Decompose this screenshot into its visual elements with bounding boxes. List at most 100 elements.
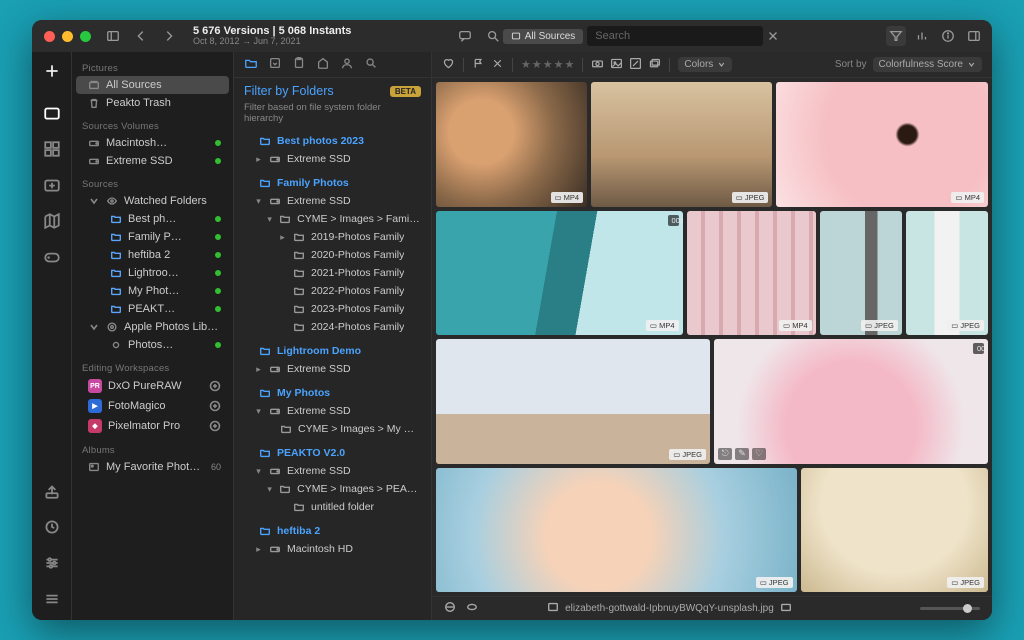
minimize-window-icon[interactable] [62,31,73,42]
rail-menu-icon[interactable] [41,588,63,610]
thumbnail[interactable]: 00:00:14⎋✎♡ [714,339,988,464]
search-scope-pill[interactable]: All Sources [503,29,584,44]
thumb-action-icons[interactable]: ⎋✎♡ [718,448,766,460]
add-icon[interactable] [41,60,63,82]
folder-tree-item[interactable]: 2020-Photos Family [240,246,425,264]
camera-icon[interactable] [591,57,604,73]
folder-tree-item[interactable]: heftiba 2 [240,522,425,540]
sidebar-item[interactable]: Watched Folders [76,192,229,210]
folder-tree-item[interactable]: ▾Extreme SSD [240,402,425,420]
folder-tree-item[interactable]: 2021-Photos Family [240,264,425,282]
chevron-icon[interactable] [88,195,100,207]
filter-funnel-icon[interactable] [886,26,906,46]
folder-tree-item[interactable]: 2024-Photos Family [240,318,425,336]
status-view1-icon[interactable] [444,601,456,616]
panel-right-icon[interactable] [964,26,984,46]
close-window-icon[interactable] [44,31,55,42]
sidebar-item[interactable]: Family P… [76,228,229,246]
sidebar-item[interactable]: heftiba 2 [76,246,229,264]
folder-tree-item[interactable]: ▾CYME > Images > Family Photos [240,210,425,228]
rail-share-icon[interactable] [41,480,63,502]
folder-tree-item[interactable]: Family Photos [240,174,425,192]
folder-tree-item[interactable]: PEAKTO V2.0 [240,444,425,462]
thumbnail[interactable]: ▭ JPEG [801,468,988,593]
rail-browse-icon[interactable] [41,102,63,124]
folder-tree-item[interactable]: 2022-Photos Family [240,282,425,300]
folder-tree-item[interactable]: 2023-Photos Family [240,300,425,318]
sidebar-item[interactable]: PEAKT… [76,300,229,318]
folder-tree-item[interactable]: ▾CYME > Images > PEAKTO V2.0 [240,480,425,498]
folder-tree-item[interactable]: untitled folder [240,498,425,516]
fp-folder-icon[interactable] [244,56,258,73]
search-input[interactable] [587,26,762,46]
search-icon[interactable] [483,26,503,46]
thumbnail[interactable]: ▭ JPEG [436,339,710,464]
chevron-icon[interactable]: ▸ [254,544,263,555]
folder-tree-item[interactable]: ▾Extreme SSD [240,462,425,480]
fp-import-icon[interactable] [268,56,282,73]
sidebar-item[interactable]: My Favorite Phot…60 [76,458,229,476]
thumbnail[interactable]: ▭ JPEG [436,468,797,593]
chevron-icon[interactable]: ▸ [254,364,263,375]
reject-flag-icon[interactable] [491,57,504,73]
back-icon[interactable] [131,26,151,46]
sidebar-item[interactable]: Photos… [76,336,229,354]
colors-dropdown[interactable]: Colors [678,57,732,72]
rail-add-folder-icon[interactable] [41,174,63,196]
thumbnail[interactable]: ▭ JPEG [906,211,988,336]
rating-stars[interactable]: ★★★★★ [521,58,574,71]
chevron-icon[interactable] [88,321,100,333]
sidebar-item[interactable]: ◆Pixelmator Pro [76,416,229,436]
folder-tree-item[interactable]: My Photos [240,384,425,402]
stats-icon[interactable] [912,26,932,46]
sidebar-item[interactable]: All Sources [76,76,229,94]
sidebar-item[interactable]: Extreme SSD [76,152,229,170]
add-workspace-icon[interactable] [209,420,221,432]
image-icon[interactable] [610,57,623,73]
folder-tree-item[interactable]: Best photos 2023 [240,132,425,150]
chevron-icon[interactable]: ▾ [266,214,273,225]
stack-icon[interactable] [648,57,661,73]
thumbnail[interactable]: ▭ JPEG [591,82,772,207]
chevron-icon[interactable]: ▸ [278,232,287,243]
thumbnail[interactable]: ▭ JPEG [820,211,902,336]
info-icon[interactable] [938,26,958,46]
add-workspace-icon[interactable] [209,380,221,392]
fp-person-icon[interactable] [340,56,354,73]
forward-icon[interactable] [159,26,179,46]
rail-sync-icon[interactable] [41,516,63,538]
rail-map-icon[interactable] [41,210,63,232]
sidebar-item[interactable]: ▶FotoMagico [76,396,229,416]
folder-tree-item[interactable]: ▸Macintosh HD [240,540,425,558]
folder-tree-item[interactable]: ▸2019-Photos Family [240,228,425,246]
clear-search-icon[interactable] [763,26,783,46]
sidebar-item[interactable]: Apple Photos Libra… [76,318,229,336]
chat-icon[interactable] [455,26,475,46]
sidebar-item[interactable]: Best ph… [76,210,229,228]
thumbnail[interactable]: ▭ MP4 [776,82,988,207]
chevron-icon[interactable]: ▾ [254,406,263,417]
fp-tag-icon[interactable] [316,56,330,73]
fullscreen-window-icon[interactable] [80,31,91,42]
fp-search-icon[interactable] [364,56,378,73]
fp-clipboard-icon[interactable] [292,56,306,73]
status-open-icon[interactable] [780,601,792,616]
folder-tree-item[interactable]: CYME > Images > My Photos [240,420,425,438]
sidebar-item[interactable]: Lightroo… [76,264,229,282]
folder-tree-item[interactable]: ▸Extreme SSD [240,360,425,378]
folder-tree-item[interactable]: Lightroom Demo [240,342,425,360]
sidebar-toggle-icon[interactable] [103,26,123,46]
add-workspace-icon[interactable] [209,400,221,412]
status-view2-icon[interactable] [466,601,478,616]
edited-icon[interactable] [629,57,642,73]
chevron-icon[interactable]: ▾ [266,484,273,495]
sort-field-dropdown[interactable]: Colorfulness Score [873,57,982,72]
chevron-icon[interactable]: ▾ [254,196,263,207]
rail-settings-icon[interactable] [41,552,63,574]
folder-tree-item[interactable]: ▾Extreme SSD [240,192,425,210]
sidebar-item[interactable]: Macintosh… [76,134,229,152]
folder-tree-item[interactable]: ▸Extreme SSD [240,150,425,168]
rail-game-icon[interactable] [41,246,63,268]
sidebar-item[interactable]: My Phot… [76,282,229,300]
thumbnail[interactable]: ▭ MP4 [436,82,587,207]
